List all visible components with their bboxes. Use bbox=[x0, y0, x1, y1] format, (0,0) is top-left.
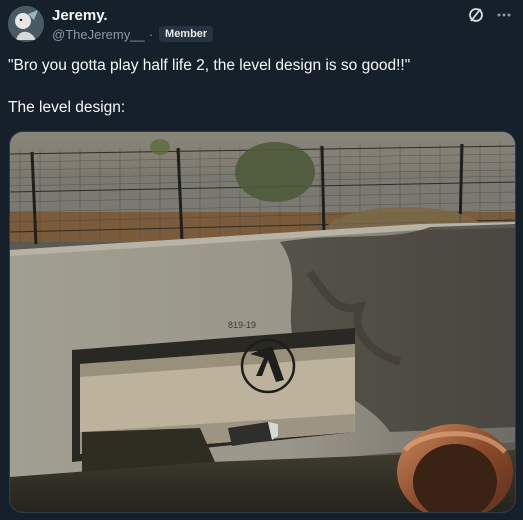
tweet-line-quote: "Bro you gotta play half life 2, the lev… bbox=[8, 57, 411, 74]
slash-circle-icon[interactable] bbox=[467, 6, 485, 24]
avatar[interactable] bbox=[8, 6, 44, 42]
more-horizontal-icon[interactable] bbox=[495, 6, 513, 24]
author-name[interactable]: Jeremy. bbox=[52, 7, 108, 24]
tweet-text: "Bro you gotta play half life 2, the lev… bbox=[8, 55, 513, 139]
tree-foliage bbox=[235, 142, 315, 202]
culvert-photo: 819-19 bbox=[10, 132, 515, 512]
tweet-line-caption: The level design: bbox=[8, 99, 126, 116]
member-badge: Member bbox=[159, 26, 214, 42]
tweet-photo[interactable]: 819-19 bbox=[9, 131, 516, 513]
meta-separator: · bbox=[148, 26, 154, 42]
wall-marking: 819-19 bbox=[228, 320, 256, 330]
avatar-image bbox=[8, 6, 44, 42]
author-handle[interactable]: @TheJeremy__ bbox=[52, 27, 145, 42]
tweet-card: Jeremy. @TheJeremy__ · Member "Bro you g… bbox=[0, 0, 523, 520]
author-meta: @TheJeremy__ · Member bbox=[52, 26, 214, 42]
tweet-actions bbox=[467, 6, 513, 24]
